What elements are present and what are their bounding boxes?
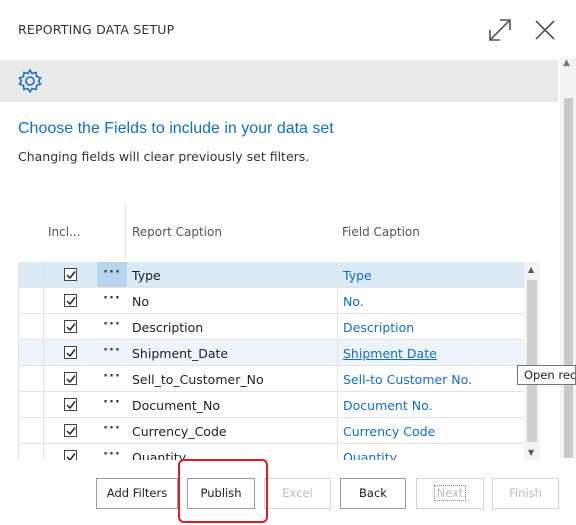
scroll-up-icon[interactable]: ▲ — [563, 58, 570, 68]
back-button[interactable]: Back — [340, 478, 406, 509]
page-heading: Choose the Fields to include in your dat… — [18, 120, 334, 137]
grid-scroll-up-icon[interactable]: ▲ — [528, 265, 534, 274]
finish-button[interactable]: Finish — [492, 478, 559, 509]
tooltip: Open record — [517, 365, 576, 385]
row-menu-button[interactable]: ··· — [97, 314, 127, 339]
grid-scrollbar[interactable]: ▲ ▼ — [524, 262, 540, 460]
row-divider — [43, 340, 44, 365]
row-divider — [43, 262, 44, 287]
fields-grid: Incl... Report Caption Field Caption ···… — [18, 205, 524, 460]
row-divider — [43, 444, 44, 460]
table-row[interactable]: ··· Sell_to_Customer_No Sell-to Customer N… — [18, 366, 524, 392]
report-caption-cell: Currency_Code — [132, 424, 227, 439]
field-caption-link[interactable]: Shipment Date — [343, 346, 437, 361]
page-scrollbar[interactable]: ▲ — [560, 58, 576, 458]
row-divider — [43, 288, 44, 313]
include-checkbox[interactable] — [64, 268, 77, 281]
add-filters-button[interactable]: Add Filters — [96, 478, 178, 509]
report-caption-cell: Sell_to_Customer_No — [132, 372, 264, 387]
grid-rows: ··· Type Type ··· No No. ··· Description Descrip… — [18, 262, 524, 460]
row-menu-button[interactable]: ··· — [97, 444, 127, 460]
dialog-title: REPORTING DATA SETUP — [18, 22, 175, 37]
field-caption-link[interactable]: Quantity — [343, 450, 397, 460]
report-caption-cell: Description — [132, 320, 204, 335]
row-menu-button[interactable]: ··· — [97, 340, 127, 365]
field-caption-link[interactable]: Type — [343, 268, 372, 283]
table-row[interactable]: ··· Type Type — [18, 262, 524, 288]
page-scrollbar-thumb[interactable] — [564, 98, 573, 458]
row-menu-button[interactable]: ··· — [97, 366, 127, 391]
report-caption-cell: Document_No — [132, 398, 221, 413]
table-row[interactable]: ··· Shipment_Date Shipment Date — [18, 340, 524, 366]
field-caption-link[interactable]: Document No. — [343, 398, 432, 413]
cell-divider — [337, 392, 338, 417]
wizard-footer: Add Filters Publish Excel Back Next Fini… — [0, 462, 576, 525]
row-divider — [43, 314, 44, 339]
field-caption-link[interactable]: Description — [343, 320, 414, 335]
page-subtext: Changing fields will clear previously se… — [18, 149, 310, 164]
row-divider — [43, 392, 44, 417]
close-icon[interactable] — [531, 16, 559, 44]
field-caption-link[interactable]: Sell-to Customer No. — [343, 372, 472, 387]
column-header-include[interactable]: Incl... — [48, 225, 81, 239]
table-row[interactable]: ··· Quantity Quantity — [18, 444, 524, 460]
publish-highlight-annotation — [178, 459, 268, 523]
report-caption-cell: No — [132, 294, 149, 309]
table-row[interactable]: ··· Document_No Document No. — [18, 392, 524, 418]
include-checkbox[interactable] — [64, 320, 77, 333]
table-row[interactable]: ··· Currency_Code Currency Code — [18, 418, 524, 444]
include-checkbox[interactable] — [64, 294, 77, 307]
field-caption-link[interactable]: Currency Code — [343, 424, 435, 439]
report-caption-cell: Shipment_Date — [132, 346, 229, 361]
include-checkbox[interactable] — [64, 372, 77, 385]
row-menu-button[interactable]: ··· — [97, 262, 127, 287]
include-checkbox[interactable] — [64, 346, 77, 359]
cell-divider — [337, 314, 338, 339]
row-divider — [43, 366, 44, 391]
column-header-report-caption[interactable]: Report Caption — [132, 225, 222, 239]
row-menu-button[interactable]: ··· — [97, 392, 127, 417]
table-row[interactable]: ··· No No. — [18, 288, 524, 314]
expand-icon[interactable] — [486, 16, 514, 44]
cell-divider — [337, 444, 338, 460]
column-header-field-caption[interactable]: Field Caption — [342, 225, 420, 239]
include-checkbox[interactable] — [64, 450, 77, 460]
column-divider — [125, 205, 126, 259]
cell-divider — [337, 340, 338, 365]
report-caption-cell: Quantity — [132, 450, 187, 460]
row-menu-button[interactable]: ··· — [97, 418, 127, 443]
grid-scroll-down-icon[interactable]: ▼ — [528, 448, 534, 457]
cell-divider — [337, 288, 338, 313]
next-button-label: Next — [433, 485, 467, 501]
excel-button[interactable]: Excel — [264, 478, 331, 509]
action-bar — [0, 60, 558, 102]
field-caption-link[interactable]: No. — [343, 294, 364, 309]
table-row[interactable]: ··· Description Description — [18, 314, 524, 340]
include-checkbox[interactable] — [64, 398, 77, 411]
next-button[interactable]: Next — [416, 478, 484, 509]
row-menu-button[interactable]: ··· — [97, 288, 127, 313]
report-caption-cell: Type — [132, 268, 161, 283]
cell-divider — [337, 418, 338, 443]
row-divider — [43, 418, 44, 443]
cell-divider — [337, 366, 338, 391]
cell-divider — [337, 262, 338, 287]
grid-scrollbar-thumb[interactable] — [527, 280, 537, 442]
gear-icon[interactable] — [16, 67, 44, 95]
include-checkbox[interactable] — [64, 424, 77, 437]
